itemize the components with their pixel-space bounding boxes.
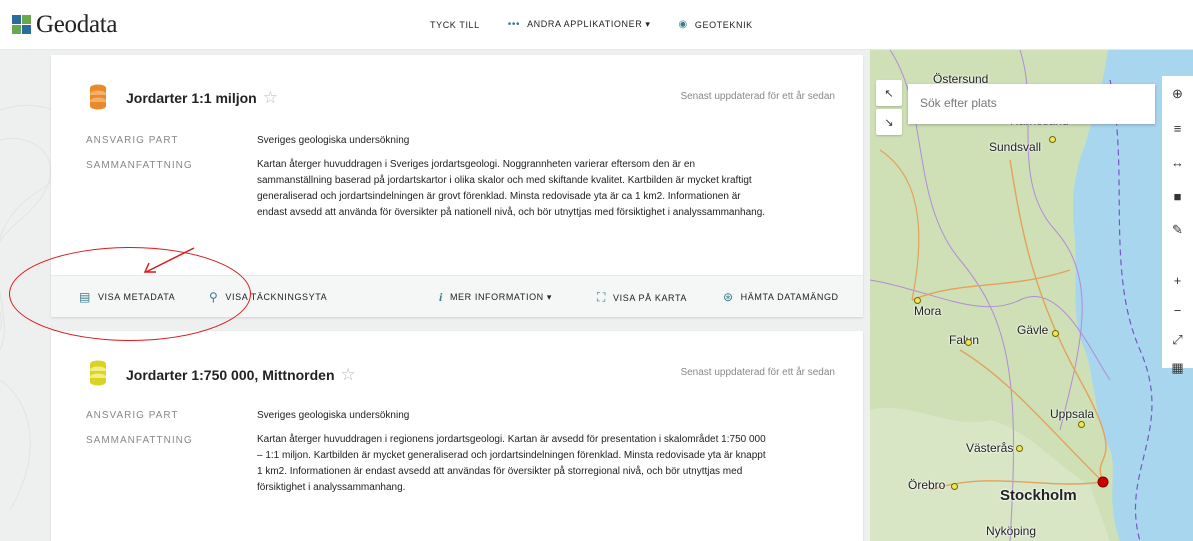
owner-value: Sveriges geologiska undersökning [257, 410, 410, 421]
map-label-uppsala: Uppsala [1050, 407, 1095, 421]
last-updated: Senast uppdaterad för ett år sedan [680, 91, 835, 102]
add-layer-button[interactable]: ⊕ [1162, 80, 1193, 108]
measure-icon: ↔ [1171, 154, 1184, 170]
map-label-stockholm: Stockholm [1000, 487, 1077, 504]
show-on-map-label: VISA PÅ KARTA [613, 292, 688, 303]
layers-icon: ≡ [1173, 120, 1182, 136]
annotation-arrow [143, 247, 195, 273]
star-icon[interactable]: ☆ [263, 88, 278, 108]
measure-button[interactable]: ↔ [1162, 148, 1193, 176]
map-pin-icon: ⚲ [209, 290, 219, 304]
nav-geoteknik[interactable]: ◉ GEOTEKNIK [679, 19, 753, 30]
summary-value: Kartan återger huvuddragen i Sveriges jo… [257, 159, 766, 218]
map-label-vasteras: Västerås [966, 441, 1014, 455]
last-updated: Senast uppdaterad för ett år sedan [680, 367, 835, 378]
dataset-title[interactable]: Jordarter 1:1 miljon ☆ [126, 88, 278, 108]
city-marker [965, 339, 972, 346]
city-marker [951, 483, 958, 490]
results-list[interactable]: Jordarter 1:1 miljon ☆ Senast uppdaterad… [0, 50, 870, 541]
map-label-orebro: Örebro [908, 478, 946, 492]
place-search-placeholder: Sök efter plats [920, 96, 997, 110]
city-marker [914, 297, 921, 304]
city-marker [1052, 330, 1059, 337]
download-dataset-label: HÄMTA DATAMÄNGD [740, 292, 839, 302]
map-label-falun: Falun [949, 333, 980, 347]
arrow-down-right-icon: ↘ [884, 116, 894, 129]
summary-label: SAMMANFATTNING [86, 435, 193, 446]
dataset-card: Jordarter 1:750 000, Mittnorden ☆ Senast… [51, 331, 863, 541]
download-icon: ⊛ [723, 290, 734, 304]
map-label-nykoping: Nyköping [986, 524, 1037, 538]
logo[interactable]: Geodata [12, 11, 118, 39]
owner-label: ANSVARIG PART [86, 410, 179, 421]
arrow-up-left-icon: ↖ [884, 87, 894, 100]
zoom-out-button[interactable]: − [1162, 296, 1193, 324]
dataset-title[interactable]: Jordarter 1:750 000, Mittnorden ☆ [126, 365, 356, 385]
top-navigation: TYCK TILL ••• ANDRA APPLIKATIONER ▾ ◉ GE… [430, 19, 781, 30]
logo-mark-icon [12, 15, 32, 35]
map-label-gavle: Gävle [1017, 323, 1049, 337]
more-info-button[interactable]: i MER INFORMATION ▾ [439, 290, 552, 305]
basemap-icon: ▦ [1171, 360, 1184, 375]
eye-icon: ◉ [678, 19, 688, 30]
zoom-in-button[interactable]: + [1162, 266, 1193, 294]
owner-value: Sveriges geologiska undersökning [257, 135, 410, 146]
logo-text: Geodata [36, 11, 118, 38]
dataset-card: Jordarter 1:1 miljon ☆ Senast uppdaterad… [51, 55, 863, 317]
nav-other-apps-label: ANDRA APPLIKATIONER ▾ [527, 19, 651, 29]
app-header: Geodata TYCK TILL ••• ANDRA APPLIKATIONE… [0, 0, 1193, 50]
summary-value: Kartan återger huvuddragen i regionens j… [257, 434, 766, 493]
nav-geoteknik-label: GEOTEKNIK [694, 19, 753, 30]
collapse-map-button[interactable]: ↘ [876, 109, 902, 135]
show-metadata-label: VISA METADATA [97, 292, 176, 302]
expand-map-button[interactable]: ↖ [876, 80, 902, 106]
nav-feedback-label: TYCK TILL [430, 19, 480, 30]
edit-button[interactable]: ✎ [1162, 216, 1193, 244]
place-search-input[interactable]: Sök efter plats [908, 84, 1155, 124]
action-bar: ▤ VISA METADATA ⚲ VISA TÄCKNINGSYTA i ME… [51, 275, 863, 317]
map-label-sundsvall: Sundsvall [989, 140, 1042, 154]
database-icon [90, 360, 106, 386]
city-marker [1078, 421, 1085, 428]
city-marker [1016, 445, 1023, 452]
fullscreen-icon: ⤢ [1172, 332, 1183, 347]
city-marker [1049, 136, 1056, 143]
zoom-in-icon: + [1173, 272, 1182, 288]
show-metadata-button[interactable]: ▤ VISA METADATA [79, 290, 175, 304]
dots-icon: ••• [507, 19, 521, 30]
info-icon: i [439, 290, 443, 304]
more-info-label: MER INFORMATION ▾ [449, 292, 552, 302]
dataset-title-text: Jordarter 1:750 000, Mittnorden [126, 367, 335, 383]
edit-icon: ✎ [1172, 222, 1183, 237]
nav-feedback[interactable]: TYCK TILL [430, 19, 480, 30]
dataset-title-text: Jordarter 1:1 miljon [126, 90, 257, 106]
draw-area-icon: ■ [1173, 188, 1182, 204]
database-icon [90, 84, 106, 110]
fullscreen-button[interactable]: ⤢ [1162, 326, 1193, 354]
map-label-mora: Mora [914, 304, 942, 318]
summary-label: SAMMANFATTNING [86, 160, 193, 171]
owner-label: ANSVARIG PART [86, 135, 179, 146]
map-toolbar: ⊕ ≡ ↔ ■ ✎ + − ⤢ ▦ [1162, 76, 1193, 375]
basemap-button[interactable]: ▦ [1162, 356, 1193, 380]
draw-area-button[interactable]: ■ [1162, 182, 1193, 210]
show-on-map-button[interactable]: ⛶ VISA PÅ KARTA [597, 290, 687, 305]
zoom-out-icon: − [1173, 302, 1182, 318]
download-dataset-button[interactable]: ⊛ HÄMTA DATAMÄNGD [723, 290, 839, 304]
document-icon: ▤ [79, 290, 91, 304]
layers-button[interactable]: ≡ [1162, 114, 1193, 142]
star-icon[interactable]: ☆ [341, 365, 356, 385]
show-coverage-label: VISA TÄCKNINGSYTA [225, 292, 328, 302]
map-icon: ⛶ [597, 290, 607, 304]
nav-other-apps[interactable]: ••• ANDRA APPLIKATIONER ▾ [508, 19, 651, 30]
add-layer-icon: ⊕ [1172, 86, 1183, 101]
show-coverage-button[interactable]: ⚲ VISA TÄCKNINGSYTA [209, 290, 327, 304]
